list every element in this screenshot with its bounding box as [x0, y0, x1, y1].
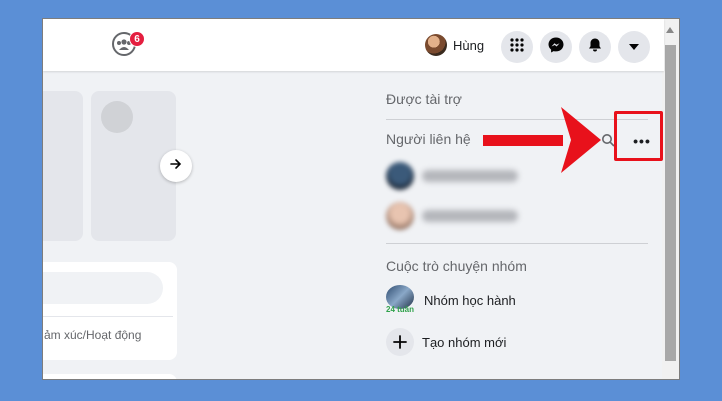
avatar: [425, 34, 447, 56]
divider: [43, 316, 173, 317]
group-chats-title: Cuộc trò chuyện nhóm: [386, 258, 527, 274]
stories-next-button[interactable]: [160, 150, 192, 182]
scrollbar[interactable]: [662, 19, 679, 379]
messenger-icon: [547, 36, 565, 59]
divider: [386, 243, 648, 244]
group-chat-item[interactable]: 24 tuần Nhóm học hành: [386, 283, 516, 317]
annotation-highlight-box: [614, 111, 663, 161]
contact-avatar: [386, 202, 414, 230]
story-avatar: [101, 101, 133, 133]
contacts-title: Người liên hệ: [386, 131, 471, 147]
feed-card: [43, 374, 177, 379]
top-navigation-bar: 6 Hùng: [43, 19, 664, 71]
plus-icon: [386, 328, 414, 356]
menu-grid-icon: [509, 37, 525, 58]
profile-name: Hùng: [453, 37, 485, 53]
sponsored-title: Được tài trợ: [386, 91, 462, 107]
contact-item[interactable]: [386, 201, 518, 231]
contact-avatar: [386, 162, 414, 190]
scroll-thumb[interactable]: [665, 45, 676, 361]
post-input[interactable]: [43, 272, 163, 304]
scroll-up-icon[interactable]: [666, 27, 674, 33]
last-active-time: 24 tuần: [386, 305, 415, 314]
menu-button[interactable]: [501, 31, 533, 63]
post-composer: ảm xúc/Hoạt động: [43, 262, 177, 360]
group-chat-name: Nhóm học hành: [424, 292, 516, 308]
account-menu-button[interactable]: [618, 31, 650, 63]
caret-down-icon: [628, 38, 640, 56]
annotation-arrow-icon: [483, 107, 601, 180]
messenger-button[interactable]: [540, 31, 572, 63]
browser-viewport: 6 Hùng ảm xúc/Hoạt động Được tài trợ Ngư…: [42, 18, 680, 380]
story-card[interactable]: [43, 91, 83, 241]
search-icon[interactable]: [601, 133, 615, 152]
create-group-label: Tạo nhóm mới: [422, 334, 507, 350]
arrow-right-icon: [169, 157, 183, 176]
notifications-button[interactable]: [579, 31, 611, 63]
create-group-button[interactable]: Tạo nhóm mới: [386, 325, 506, 359]
contact-name-blurred: [422, 210, 518, 222]
profile-button[interactable]: Hùng: [425, 33, 484, 57]
group-avatar: 24 tuần: [386, 285, 416, 315]
notification-badge: 6: [129, 31, 145, 47]
feeling-activity-button[interactable]: ảm xúc/Hoạt động: [44, 328, 141, 342]
bell-icon: [587, 37, 603, 58]
